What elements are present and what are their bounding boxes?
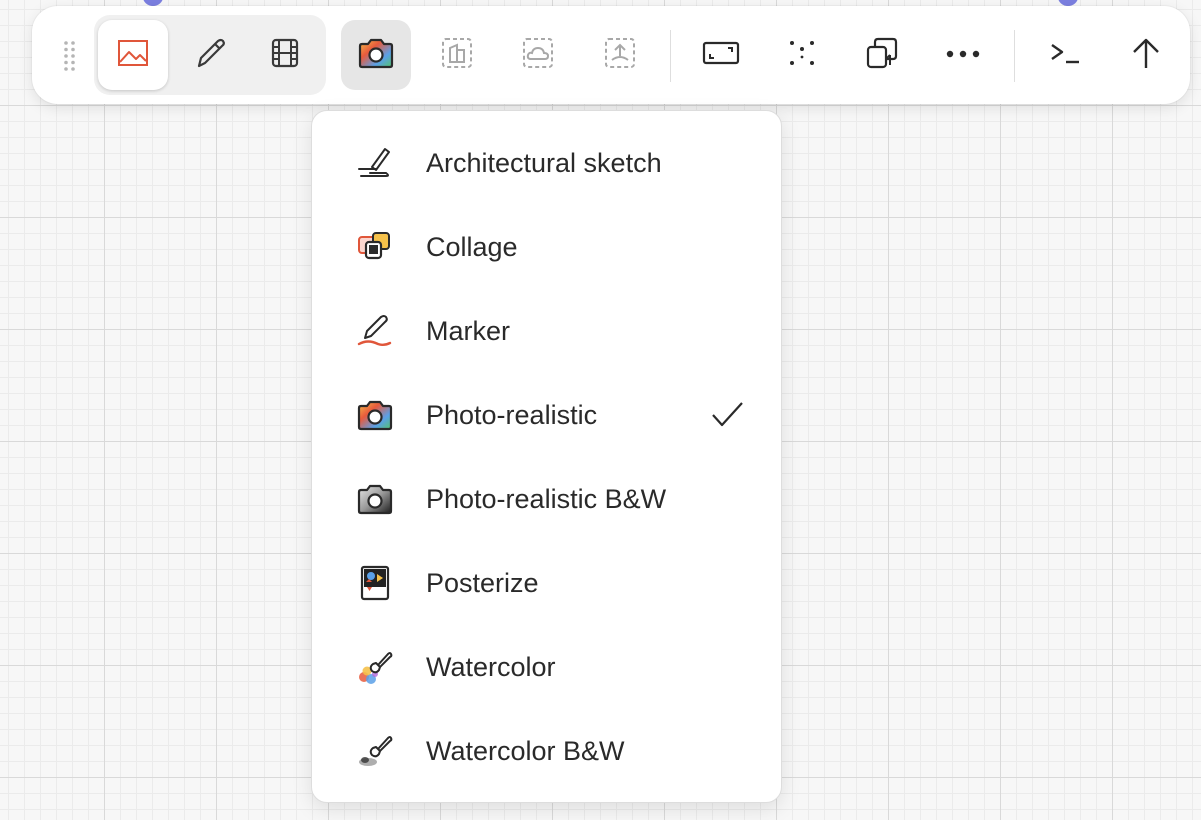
upload-frame-button[interactable] (585, 20, 655, 90)
style-menu-item-architectural-sketch[interactable]: Architectural sketch (312, 121, 781, 205)
aspect-ratio-icon (702, 39, 740, 72)
upload-frame-icon (603, 36, 637, 75)
video-mode-button[interactable] (250, 20, 320, 90)
watercolor-brush-icon (356, 649, 394, 685)
style-menu-item-label: Watercolor (426, 652, 556, 682)
style-menu-item-label: Photo-realistic B&W (426, 484, 667, 514)
posterize-icon (356, 565, 394, 601)
color-camera-icon (357, 36, 395, 75)
style-menu-item-label: Marker (426, 316, 511, 346)
pencil-icon (193, 36, 227, 75)
color-camera-icon (356, 397, 394, 433)
style-menu-item-posterize[interactable]: Posterize (312, 541, 781, 625)
cloud-frame-icon (521, 36, 555, 75)
image-mode-button[interactable] (98, 20, 168, 90)
arrow-up-icon (1130, 36, 1162, 75)
style-picker-button[interactable] (341, 20, 411, 90)
toolbar-divider (1014, 30, 1015, 82)
style-menu-item-label: Photo-realistic (426, 400, 598, 430)
cloud-frame-button[interactable] (503, 20, 573, 90)
submit-button[interactable] (1111, 20, 1181, 90)
style-menu-item-label: Collage (426, 232, 518, 262)
draw-mode-button[interactable] (175, 20, 245, 90)
style-menu-item-collage[interactable]: Collage (312, 205, 781, 289)
terminal-icon (1048, 39, 1082, 72)
style-menu-item-watercolor[interactable]: Watercolor (312, 625, 781, 709)
style-menu-item-photo-realistic[interactable]: Photo-realistic (312, 373, 781, 457)
scatter-button[interactable] (767, 20, 837, 90)
variations-icon (864, 35, 900, 76)
drag-handle-icon[interactable] (62, 40, 78, 72)
sketch-pen-icon (356, 145, 394, 181)
building-frame-icon (440, 36, 474, 75)
style-menu-item-label: Architectural sketch (426, 148, 662, 178)
style-menu: Architectural sketch Collage Marker Phot… (311, 110, 782, 803)
bw-brush-icon (356, 733, 394, 769)
building-frame-button[interactable] (422, 20, 492, 90)
style-menu-item-watercolor-bw[interactable]: Watercolor B&W (312, 709, 781, 793)
image-icon (117, 38, 149, 73)
toolbar-divider (670, 30, 671, 82)
scatter-dots-icon (786, 37, 818, 74)
bw-camera-icon (356, 481, 394, 517)
film-icon (270, 37, 300, 74)
checkmark-icon (710, 398, 746, 432)
more-button[interactable] (928, 20, 998, 90)
style-menu-item-label: Posterize (426, 568, 539, 598)
variations-button[interactable] (847, 20, 917, 90)
style-menu-item-photo-realistic-bw[interactable]: Photo-realistic B&W (312, 457, 781, 541)
prompt-button[interactable] (1030, 20, 1100, 90)
style-menu-item-label: Watercolor B&W (426, 736, 625, 766)
collage-icon (356, 229, 394, 265)
style-menu-item-marker[interactable]: Marker (312, 289, 781, 373)
aspect-ratio-button[interactable] (686, 20, 756, 90)
marker-icon (356, 313, 394, 349)
toolbar (32, 6, 1190, 104)
more-icon (945, 46, 981, 64)
